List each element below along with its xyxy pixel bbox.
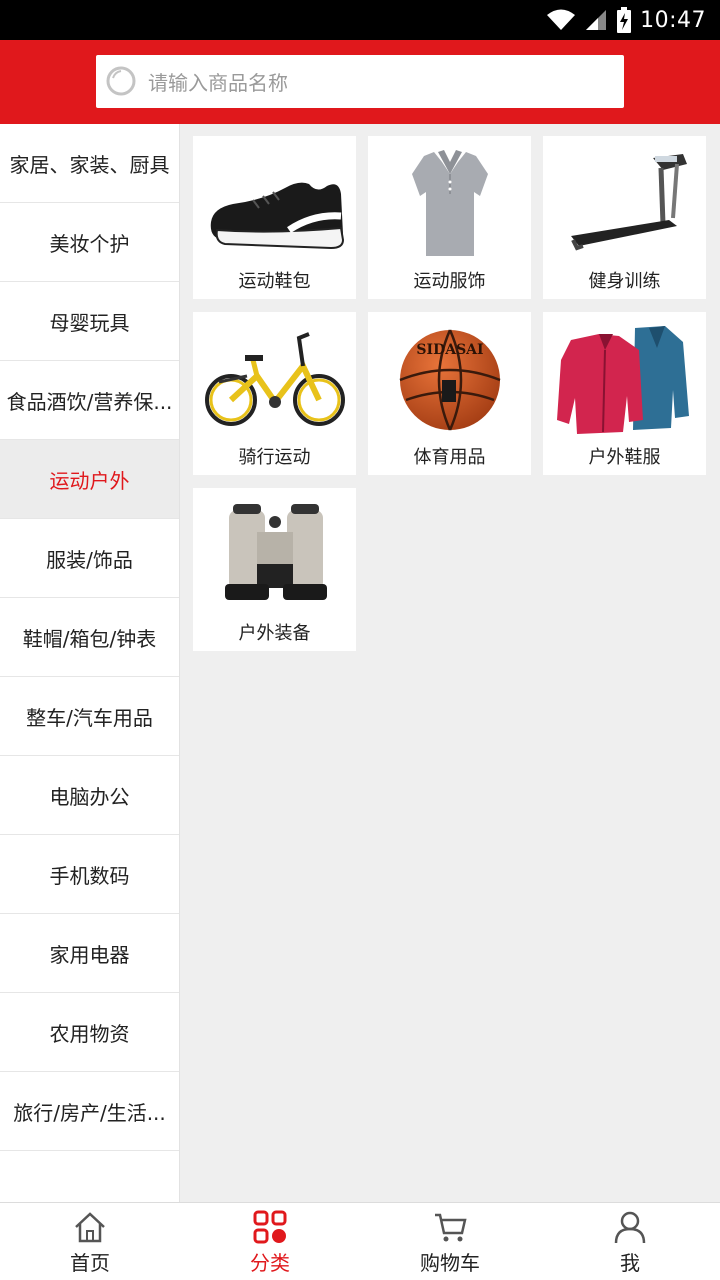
nav-category-label: 分类 xyxy=(250,1250,290,1275)
nav-cart-label: 购物车 xyxy=(420,1250,480,1275)
sidebar-item-travel[interactable]: 旅行/房产/生活... xyxy=(0,1072,179,1151)
subcategory-tile[interactable]: 骑行运动 xyxy=(193,312,356,475)
subcategory-label: 运动服饰 xyxy=(413,271,486,292)
category-icon xyxy=(253,1210,287,1243)
nav-home-label: 首页 xyxy=(70,1250,110,1275)
subcategory-label: 运动鞋包 xyxy=(238,271,311,292)
subcategory-grid: 运动鞋包 运动服饰 健身训练 骑行运动 SIDASAI 体育用品 户外鞋服 户外… xyxy=(180,124,720,1202)
sidebar-item-shoes-bags[interactable]: 鞋帽/箱包/钟表 xyxy=(0,598,179,677)
sidebar-item-sports-outdoor[interactable]: 运动户外 xyxy=(0,440,179,519)
sidebar-item-baby-toys[interactable]: 母婴玩具 xyxy=(0,282,179,361)
polo-shirt-icon xyxy=(412,150,488,256)
cart-icon xyxy=(435,1213,467,1241)
search-icon xyxy=(106,66,136,95)
battery-icon xyxy=(617,7,632,33)
home-icon xyxy=(75,1211,105,1242)
subcategory-tile[interactable]: 健身训练 xyxy=(543,136,706,299)
binoculars-icon xyxy=(225,504,327,600)
sidebar-item-apparel[interactable]: 服装/饰品 xyxy=(0,519,179,598)
user-icon xyxy=(614,1211,646,1243)
wifi-icon xyxy=(547,9,576,30)
subcategory-tile[interactable]: 户外装备 xyxy=(193,488,356,651)
sidebar-item-food-drink[interactable]: 食品酒饮/营养保... xyxy=(0,361,179,440)
subcategory-tile[interactable]: 运动服饰 xyxy=(368,136,531,299)
basketball-brand: SIDASAI xyxy=(416,342,483,358)
nav-category[interactable]: 分类 xyxy=(180,1203,360,1280)
bottom-nav: 首页 分类 购物车 我 xyxy=(0,1202,720,1280)
nav-me[interactable]: 我 xyxy=(540,1203,720,1280)
subcategory-label: 骑行运动 xyxy=(238,447,311,468)
header: 请输入商品名称 xyxy=(0,40,720,124)
basketball-icon: SIDASAI xyxy=(399,329,501,431)
nav-cart[interactable]: 购物车 xyxy=(360,1203,540,1280)
subcategory-label: 体育用品 xyxy=(413,447,486,468)
subcategory-label: 健身训练 xyxy=(588,271,661,292)
status-time: 10:47 xyxy=(640,7,706,33)
category-sidebar: 家居、家装、厨具 美妆个护 母婴玩具 食品酒饮/营养保... 运动户外 服装/饰… xyxy=(0,124,180,1202)
sidebar-item-appliances[interactable]: 家用电器 xyxy=(0,914,179,993)
subcategory-label: 户外鞋服 xyxy=(588,447,661,468)
jackets-icon xyxy=(557,326,689,434)
bicycle-icon xyxy=(205,332,345,426)
sidebar-item-computer[interactable]: 电脑办公 xyxy=(0,756,179,835)
sneaker-icon xyxy=(210,182,345,250)
status-bar: 10:47 xyxy=(0,0,720,40)
signal-icon xyxy=(586,10,607,30)
sidebar-item-home-furnishing[interactable]: 家居、家装、厨具 xyxy=(0,124,179,203)
sidebar-item-beauty[interactable]: 美妆个护 xyxy=(0,203,179,282)
nav-me-label: 我 xyxy=(620,1250,640,1275)
sidebar-item-auto[interactable]: 整车/汽车用品 xyxy=(0,677,179,756)
search-placeholder: 请输入商品名称 xyxy=(148,71,288,95)
subcategory-tile[interactable]: SIDASAI 体育用品 xyxy=(368,312,531,475)
subcategory-tile[interactable]: 户外鞋服 xyxy=(543,312,706,475)
nav-home[interactable]: 首页 xyxy=(0,1203,180,1280)
subcategory-label: 户外装备 xyxy=(238,623,311,644)
search-input[interactable]: 请输入商品名称 xyxy=(96,55,624,108)
sidebar-item-phones[interactable]: 手机数码 xyxy=(0,835,179,914)
subcategory-tile[interactable]: 运动鞋包 xyxy=(193,136,356,299)
sidebar-item-agriculture[interactable]: 农用物资 xyxy=(0,993,179,1072)
treadmill-icon xyxy=(571,154,687,251)
